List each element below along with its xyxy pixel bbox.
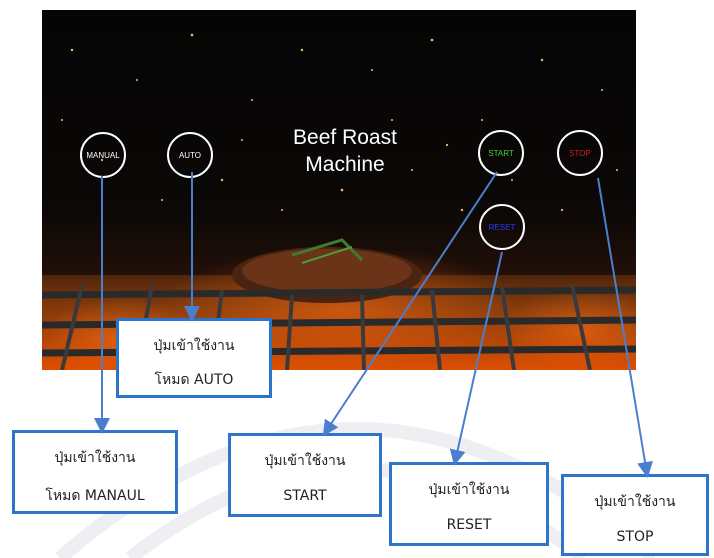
auto-button[interactable]: AUTO: [167, 132, 213, 178]
callout-auto: ปุ่มเข้าใช้งาน โหมด AUTO: [116, 318, 272, 398]
stop-button[interactable]: STOP: [557, 130, 603, 176]
manual-button[interactable]: MANUAL: [80, 132, 126, 178]
callout-auto-line1: ปุ่มเข้าใช้งาน: [153, 338, 235, 354]
title-line-1: Beef Roast: [293, 126, 397, 149]
callout-start-line1: ปุ่มเข้าใช้งาน: [264, 453, 346, 469]
machine-title: Beef Roast Machine: [270, 124, 420, 178]
reset-button-label: RESET: [488, 222, 516, 232]
callout-manual-line2: โหมด MANAUL: [45, 488, 145, 504]
hmi-screen: Beef Roast Machine MANUAL AUTO START STO…: [42, 10, 636, 370]
reset-button[interactable]: RESET: [479, 204, 525, 250]
callout-start-line2: START: [283, 488, 327, 504]
start-button[interactable]: START: [478, 130, 524, 176]
manual-button-label: MANUAL: [86, 150, 120, 160]
callout-reset: ปุ่มเข้าใช้งาน RESET: [389, 462, 549, 546]
callout-reset-line2: RESET: [446, 517, 492, 533]
stop-button-label: STOP: [569, 148, 591, 158]
start-button-label: START: [488, 148, 514, 158]
title-line-2: Machine: [305, 153, 385, 176]
callout-reset-line1: ปุ่มเข้าใช้งาน: [428, 482, 510, 498]
auto-button-label: AUTO: [178, 150, 202, 160]
callout-manual-line1: ปุ่มเข้าใช้งาน: [54, 450, 136, 466]
callout-auto-line2: โหมด AUTO: [154, 372, 234, 388]
callout-stop-line1: ปุ่มเข้าใช้งาน: [594, 494, 676, 510]
callout-stop-line2: STOP: [616, 529, 654, 545]
callout-start: ปุ่มเข้าใช้งาน START: [228, 433, 382, 517]
callout-stop: ปุ่มเข้าใช้งาน STOP: [561, 474, 709, 556]
callout-manual: ปุ่มเข้าใช้งาน โหมด MANAUL: [12, 430, 178, 514]
